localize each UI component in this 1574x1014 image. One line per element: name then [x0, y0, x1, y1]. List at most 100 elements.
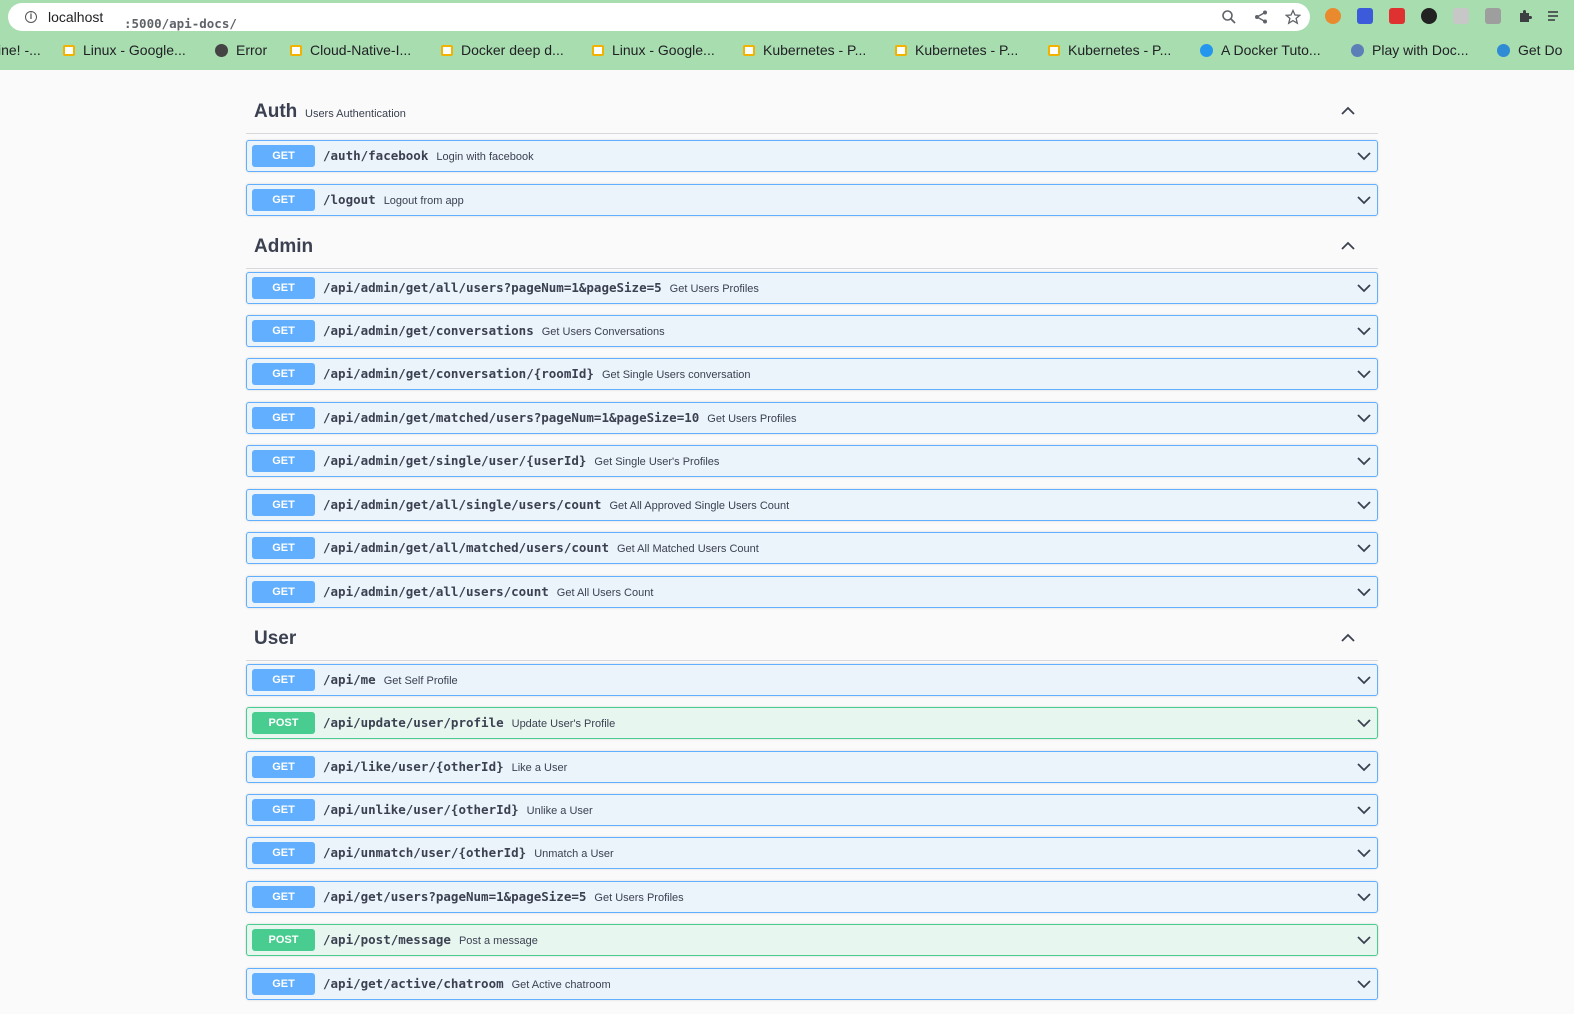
operation-row[interactable]: GET /api/unmatch/user/{otherId} Unmatch a… [246, 837, 1378, 869]
url-text[interactable]: localhost:5000/api-docs/ [48, 9, 237, 31]
operation-path: /api/admin/get/all/users/count Get All Us… [323, 584, 654, 599]
operation-row[interactable]: GET /api/admin/get/conversation/{roomId}… [246, 358, 1378, 390]
bookmark-item[interactable]: Cloud-Native-I... [290, 40, 411, 60]
docker-icon [1351, 44, 1364, 57]
share-icon[interactable] [1253, 9, 1269, 25]
bookmark-item[interactable]: Linux - Google... [63, 40, 186, 60]
zoom-icon[interactable] [1221, 9, 1237, 25]
operation-summary: Login with facebook [436, 151, 534, 163]
operation-row[interactable]: POST /api/update/user/profile Update User… [246, 707, 1378, 739]
method-badge: GET [252, 756, 315, 778]
section-user[interactable]: User [246, 616, 1378, 661]
chevron-down-icon[interactable] [1356, 280, 1372, 296]
chevron-down-icon[interactable] [1356, 584, 1372, 600]
shield-extension-icon[interactable] [1421, 8, 1437, 24]
chevron-down-icon[interactable] [1356, 715, 1372, 731]
bookmark-item[interactable]: ine! -... [0, 40, 41, 60]
operation-row[interactable]: GET /api/admin/get/conversations Get User… [246, 315, 1378, 347]
operation-summary: Get Active chatroom [511, 979, 611, 991]
chevron-up-icon[interactable] [1340, 238, 1356, 254]
url-host: localhost [48, 9, 104, 25]
browser-chrome: i localhost:5000/api-docs/ ine! -... Lin… [0, 0, 1574, 70]
chevron-down-icon[interactable] [1356, 192, 1372, 208]
operation-row[interactable]: GET /auth/facebook Login with facebook [246, 140, 1378, 172]
bookmark-item[interactable]: Play with Doc... [1351, 40, 1468, 60]
operation-path: /api/get/active/chatroom Get Active chatr… [323, 976, 611, 991]
operation-path: /api/admin/get/matched/users?pageNum=1&p… [323, 410, 797, 425]
chevron-down-icon[interactable] [1356, 410, 1372, 426]
section-admin[interactable]: Admin [246, 224, 1378, 269]
operation-path: /api/admin/get/conversation/{roomId} Get … [323, 366, 751, 381]
method-badge: GET [252, 581, 315, 603]
bookmark-item[interactable]: Get Do [1497, 40, 1562, 60]
operation-summary: Get All Matched Users Count [616, 543, 759, 555]
operation-summary: Get All Users Count [556, 587, 654, 599]
reading-list-icon[interactable] [1547, 8, 1563, 24]
puzzle-icon[interactable] [1517, 8, 1533, 24]
operation-summary: Get Users Profiles [594, 892, 684, 904]
info-icon[interactable]: i [25, 11, 37, 23]
chevron-up-icon[interactable] [1340, 630, 1356, 646]
chevron-down-icon[interactable] [1356, 932, 1372, 948]
method-badge: GET [252, 407, 315, 429]
bookmark-item[interactable]: A Docker Tuto... [1200, 40, 1321, 60]
method-badge: GET [252, 363, 315, 385]
bookmark-icon [63, 45, 75, 56]
operation-row[interactable]: GET /api/admin/get/all/users?pageNum=1&p… [246, 272, 1378, 304]
method-badge: GET [252, 320, 315, 342]
chevron-down-icon[interactable] [1356, 453, 1372, 469]
address-bar[interactable]: i localhost:5000/api-docs/ [8, 3, 1310, 31]
chevron-down-icon[interactable] [1356, 672, 1372, 688]
operation-summary: Get Self Profile [383, 675, 458, 687]
video-extension-icon[interactable] [1389, 8, 1405, 24]
bookmark-icon [895, 45, 907, 56]
screen-extension-icon[interactable] [1357, 8, 1373, 24]
operation-row[interactable]: GET /api/admin/get/all/matched/users/cou… [246, 532, 1378, 564]
operation-row[interactable]: GET /api/me Get Self Profile [246, 664, 1378, 696]
operation-path: /api/admin/get/all/matched/users/count Ge… [323, 540, 759, 555]
bookmark-item[interactable]: Error [215, 40, 267, 60]
profile-extension-icon[interactable] [1485, 8, 1501, 24]
chevron-down-icon[interactable] [1356, 366, 1372, 382]
section-auth[interactable]: Auth Users Authentication [246, 89, 1378, 134]
operation-path: /auth/facebook Login with facebook [323, 148, 534, 163]
operation-row[interactable]: GET /api/unlike/user/{otherId} Unlike a U… [246, 794, 1378, 826]
bookmark-star-icon[interactable] [1284, 8, 1302, 25]
chevron-down-icon[interactable] [1356, 497, 1372, 513]
chevron-down-icon[interactable] [1356, 148, 1372, 164]
bookmark-item[interactable]: Docker deep d... [441, 40, 564, 60]
operation-row[interactable]: GET /api/admin/get/all/users/count Get Al… [246, 576, 1378, 608]
operation-row[interactable]: GET /logout Logout from app [246, 184, 1378, 216]
operation-row[interactable]: GET /api/admin/get/matched/users?pageNum… [246, 402, 1378, 434]
operation-row[interactable]: GET /api/get/active/chatroom Get Active c… [246, 968, 1378, 1000]
operation-row[interactable]: POST /api/post/message Post a message [246, 924, 1378, 956]
chevron-down-icon[interactable] [1356, 802, 1372, 818]
chevron-down-icon[interactable] [1356, 759, 1372, 775]
chevron-down-icon[interactable] [1356, 889, 1372, 905]
chevron-up-icon[interactable] [1340, 103, 1356, 119]
operation-row[interactable]: GET /api/get/users?pageNum=1&pageSize=5 G… [246, 881, 1378, 913]
section-title: Admin [254, 236, 314, 257]
operation-summary: Logout from app [383, 195, 464, 207]
chevron-down-icon[interactable] [1356, 540, 1372, 556]
bookmark-item[interactable]: Linux - Google... [592, 40, 715, 60]
bookmark-item[interactable]: Kubernetes - P... [1048, 40, 1171, 60]
chevron-down-icon[interactable] [1356, 845, 1372, 861]
bookmark-item[interactable]: Kubernetes - P... [895, 40, 1018, 60]
chevron-down-icon[interactable] [1356, 976, 1372, 992]
bookmarks-bar: ine! -... Linux - Google... Error Cloud-… [0, 38, 1574, 62]
operation-row[interactable]: GET /api/admin/get/all/single/users/coun… [246, 489, 1378, 521]
operation-row[interactable]: GET /api/admin/get/single/user/{userId} G… [246, 445, 1378, 477]
operation-summary: Post a message [458, 935, 538, 947]
docker-icon [1200, 44, 1213, 57]
fox-extension-icon[interactable] [1325, 8, 1341, 24]
chevron-down-icon[interactable] [1356, 323, 1372, 339]
operation-path: /api/admin/get/single/user/{userId} Get S… [323, 453, 720, 468]
method-badge: GET [252, 494, 315, 516]
method-badge: GET [252, 886, 315, 908]
operation-summary: Get Single Users conversation [601, 369, 751, 381]
cast-extension-icon[interactable] [1453, 8, 1469, 24]
method-badge: GET [252, 450, 315, 472]
bookmark-item[interactable]: Kubernetes - P... [743, 40, 866, 60]
operation-row[interactable]: GET /api/like/user/{otherId} Like a User [246, 751, 1378, 783]
